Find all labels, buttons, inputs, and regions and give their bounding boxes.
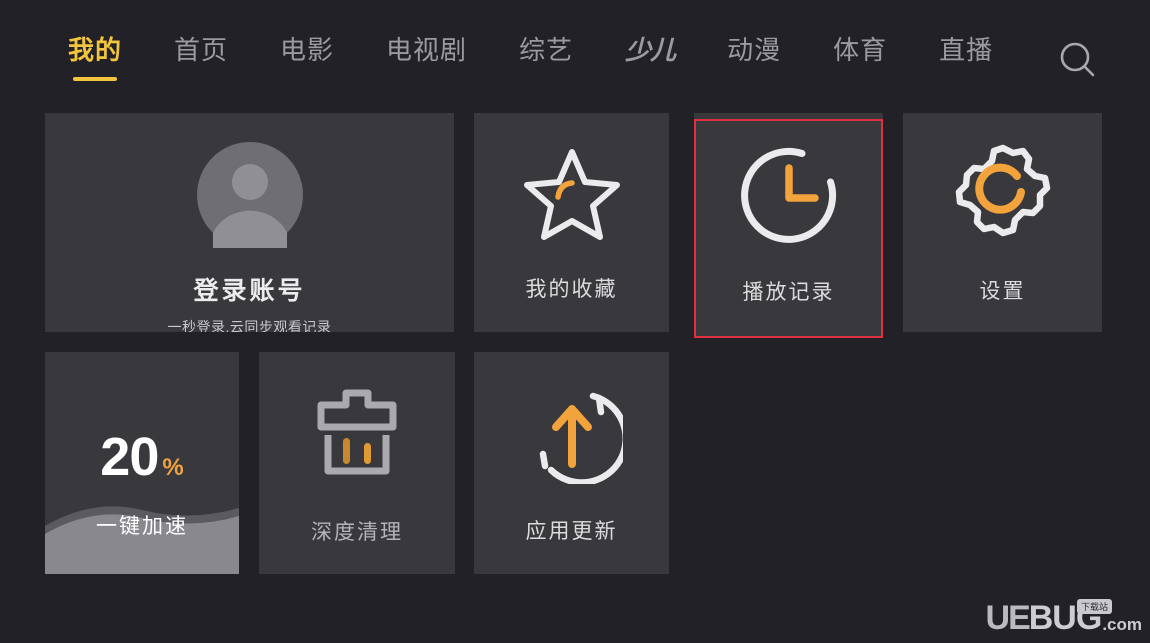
top-navigation-bar: 我的 首页 电影 电视剧 综艺 少儿 动漫 体育 直播 [0, 0, 1150, 100]
tab-home-label: 首页 [174, 35, 229, 65]
watermark-com: .com [1102, 615, 1142, 634]
card-one-key-speedup-label: 一键加速 [96, 515, 188, 538]
card-my-favorites-label: 我的收藏 [525, 278, 618, 301]
tab-variety[interactable]: 综艺 [519, 33, 573, 67]
card-settings[interactable]: 设置 [903, 113, 1102, 332]
refresh-arrow-up-icon [521, 382, 629, 489]
watermark-badge: 下载站 [1076, 599, 1112, 614]
app-root: 我的 首页 电影 电视剧 综艺 少儿 动漫 体育 直播 登录账号 一秒登录,云同… [0, 0, 1150, 643]
tab-anime-label: 动漫 [727, 35, 782, 65]
speedup-unit: % [162, 454, 184, 481]
watermark-ue: UE [985, 599, 1031, 637]
tab-sports-label: 体育 [833, 35, 888, 65]
tab-movies[interactable]: 电影 [280, 33, 334, 67]
tab-tv[interactable]: 电视剧 [386, 33, 467, 67]
star-icon [520, 142, 624, 247]
tab-mine-label: 我的 [68, 35, 123, 65]
tab-kids[interactable]: 少儿 [625, 33, 676, 67]
tab-live-label: 直播 [939, 35, 994, 65]
tab-kids-label: 少儿 [625, 35, 676, 65]
search-icon[interactable] [1052, 34, 1104, 86]
tab-mine[interactable]: 我的 [68, 33, 123, 81]
tab-tv-label: 电视剧 [386, 35, 468, 65]
tab-anime[interactable]: 动漫 [727, 33, 781, 67]
card-play-history[interactable]: 播放记录 [694, 113, 883, 338]
tab-variety-label: 综艺 [519, 35, 574, 65]
tab-movies-label: 电影 [280, 35, 335, 65]
card-deep-clean-label: 深度清理 [311, 520, 403, 544]
card-play-history-label: 播放记录 [742, 281, 835, 304]
card-my-favorites[interactable]: 我的收藏 [474, 113, 669, 332]
card-deep-clean[interactable]: 深度清理 [259, 352, 455, 574]
tab-sports[interactable]: 体育 [833, 33, 887, 67]
tab-home[interactable]: 首页 [174, 33, 228, 67]
site-watermark: UE BUG .com 下载站 [985, 599, 1142, 637]
card-app-update-label: 应用更新 [525, 519, 618, 543]
clock-icon [739, 145, 839, 250]
broom-icon [305, 381, 409, 490]
tab-live[interactable]: 直播 [939, 33, 993, 67]
nav-tab-list: 我的 首页 电影 电视剧 综艺 少儿 动漫 体育 直播 [0, 33, 1045, 81]
tab-active-underline [73, 77, 117, 81]
card-app-update[interactable]: 应用更新 [474, 352, 669, 574]
login-title: 登录账号 [193, 277, 306, 305]
card-settings-label: 设置 [979, 280, 1026, 303]
login-subtitle: 一秒登录,云同步观看记录 [167, 319, 332, 332]
gear-icon [951, 140, 1055, 249]
user-avatar-icon [193, 138, 307, 257]
speedup-value: 20 [100, 427, 159, 487]
card-login-account[interactable]: 登录账号 一秒登录,云同步观看记录 [45, 113, 454, 332]
card-one-key-speedup[interactable]: 20 % 一键加速 [45, 352, 239, 574]
